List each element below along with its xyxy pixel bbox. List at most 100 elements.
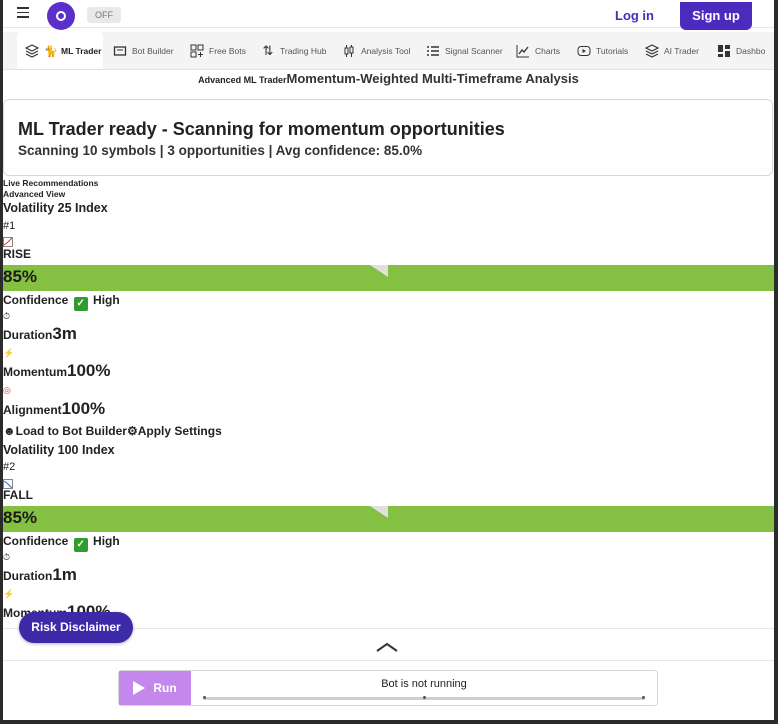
- grid-plus-icon: [190, 44, 204, 58]
- load-to-bot-builder-button[interactable]: ☻Load to Bot Builder: [3, 424, 127, 438]
- bot-icon: 🐈: [44, 45, 58, 58]
- action-row: ☻Load to Bot Builder⚙Apply Settings: [3, 424, 222, 438]
- confidence-level: High: [93, 293, 120, 307]
- stopwatch-icon: ⏱: [3, 552, 11, 562]
- run-controls: Run Bot is not running: [118, 670, 658, 706]
- gear-icon: ⚙: [126, 424, 138, 438]
- play-icon: [133, 681, 146, 695]
- status-panel: ML Trader ready - Scanning for momentum …: [3, 99, 773, 176]
- chevron-up-icon[interactable]: [376, 639, 398, 652]
- rank-label: #1: [3, 220, 16, 232]
- confidence-level: High: [93, 534, 120, 548]
- symbol-name: Volatility 100 Index: [3, 443, 115, 457]
- bot-status: Bot is not running: [381, 678, 467, 690]
- duration-label: Duration: [3, 569, 53, 583]
- tab-bot-builder[interactable]: Bot Builder: [113, 32, 174, 69]
- momentum-value: 100%: [67, 361, 111, 380]
- chart-line-icon: [516, 44, 530, 58]
- confidence-label: Confidence: [3, 534, 69, 548]
- tab-label: Analysis Tool: [361, 46, 411, 56]
- subtitle-small: Advanced ML Trader: [198, 75, 287, 85]
- run-progress-track: [203, 696, 645, 700]
- check-icon: ✓: [73, 538, 88, 552]
- check-icon: ✓: [73, 297, 88, 311]
- confidence-percent: 85%: [3, 508, 38, 527]
- play-icon: [577, 44, 591, 58]
- tab-trading-hub[interactable]: ⇅ Trading Hub: [261, 32, 327, 69]
- run-label: Run: [153, 681, 177, 695]
- subtitle-large: Momentum-Weighted Multi-Timeframe Analys…: [286, 71, 579, 86]
- bot-icon: [113, 44, 127, 58]
- menu-icon[interactable]: [17, 7, 29, 18]
- tab-label: Bot Builder: [132, 46, 174, 56]
- confidence-row: Confidence ✓ High: [3, 293, 120, 311]
- tab-label: Trading Hub: [280, 46, 327, 56]
- confidence-row: Confidence ✓ High: [3, 534, 120, 552]
- top-header: OFF Log in Sign up: [3, 0, 774, 30]
- tab-label: Signal Scanner: [445, 46, 503, 56]
- tab-ml-trader[interactable]: 🐈 ML Trader: [17, 32, 103, 69]
- swap-icon: ⇅: [262, 43, 274, 58]
- theme-toggle[interactable]: OFF: [87, 7, 121, 23]
- symbol-name: Volatility 25 Index: [3, 201, 108, 215]
- duration-value: 1m: [52, 565, 77, 584]
- duration-row: Duration1m: [3, 565, 77, 585]
- layers-icon: [645, 44, 659, 58]
- tab-dashboard[interactable]: Dashbo: [717, 32, 766, 69]
- confidence-label: Confidence: [3, 293, 69, 307]
- alignment-value: 100%: [61, 399, 106, 418]
- lightning-icon: ⚡: [3, 348, 15, 358]
- confidence-percent: 85%: [3, 267, 38, 286]
- bar-notch: [370, 506, 388, 518]
- run-panel: Run Bot is not running: [3, 660, 774, 720]
- tab-signal-scanner[interactable]: Signal Scanner: [426, 32, 503, 69]
- view-mode-label: Advanced View: [3, 189, 66, 199]
- tab-label: AI Trader: [664, 46, 699, 56]
- progress-dot: [642, 696, 645, 699]
- recommendations-list: Live Recommendations Advanced View Volat…: [3, 178, 774, 628]
- tab-free-bots[interactable]: Free Bots: [190, 32, 246, 69]
- candles-icon: [342, 44, 356, 58]
- tab-label: Charts: [535, 46, 561, 56]
- tab-charts[interactable]: Charts: [516, 32, 561, 69]
- duration-label: Duration: [3, 328, 53, 342]
- duration-row: Duration3m: [3, 324, 77, 344]
- status-summary: Scanning 10 symbols | 3 opportunities | …: [18, 143, 423, 158]
- alignment-label: Alignment: [3, 403, 62, 417]
- bot-icon: ☻: [3, 424, 16, 438]
- tab-label: Free Bots: [209, 46, 246, 56]
- main-tabs: 🐈 ML Trader Bot Builder Free Bots ⇅ Trad…: [3, 32, 774, 70]
- status-title: ML Trader ready - Scanning for momentum …: [18, 119, 505, 139]
- app-window: OFF Log in Sign up 🐈 ML Trader Bot Build…: [3, 0, 774, 720]
- momentum-row: Momentum100%: [3, 361, 110, 381]
- brand-logo[interactable]: [47, 2, 75, 30]
- list-icon: [426, 44, 440, 58]
- target-icon: ◎: [3, 385, 11, 395]
- tab-tutorials[interactable]: Tutorials: [577, 32, 629, 69]
- load-label: Load to Bot Builder: [15, 424, 127, 438]
- login-link[interactable]: Log in: [615, 8, 654, 23]
- duration-value: 3m: [52, 324, 77, 343]
- momentum-label: Momentum: [3, 365, 67, 379]
- tab-label: Dashbo: [736, 46, 766, 56]
- dashboard-icon: [717, 44, 731, 58]
- tab-label: ML Trader: [61, 46, 102, 56]
- confidence-bar: 85%: [3, 506, 774, 532]
- direction-label: FALL: [3, 488, 33, 502]
- tab-ai-trader[interactable]: AI Trader: [645, 32, 699, 69]
- apply-settings-button[interactable]: ⚙Apply Settings: [127, 424, 222, 438]
- signup-button[interactable]: Sign up: [680, 2, 752, 30]
- run-button[interactable]: Run: [119, 671, 191, 705]
- page-subtitle: Advanced ML TraderMomentum-Weighted Mult…: [3, 70, 774, 88]
- progress-dot: [423, 696, 426, 699]
- direction-label: RISE: [3, 247, 32, 261]
- confidence-bar: 85%: [3, 265, 774, 291]
- bar-notch: [370, 265, 388, 277]
- tab-analysis-tool[interactable]: Analysis Tool: [342, 32, 411, 69]
- lightning-icon: ⚡: [3, 589, 15, 599]
- stopwatch-icon: ⏱: [3, 311, 11, 321]
- tab-label: Tutorials: [596, 46, 629, 56]
- rank-label: #2: [3, 461, 16, 473]
- progress-dot: [203, 696, 206, 699]
- risk-disclaimer-button[interactable]: Risk Disclaimer: [19, 612, 133, 643]
